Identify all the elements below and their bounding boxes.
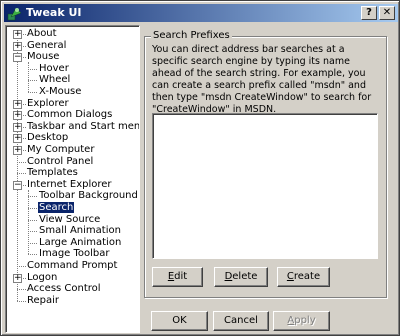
expand-icon[interactable]: + — [13, 99, 22, 109]
tree-item[interactable]: Wheel — [38, 74, 71, 86]
tree-connector — [28, 92, 37, 93]
tree-item[interactable]: View Source — [38, 214, 101, 226]
tree-item-label: Mouse — [27, 51, 60, 63]
tree-item[interactable]: Logon — [26, 272, 58, 284]
tree-item-label: Desktop — [27, 132, 69, 144]
tree-item[interactable]: Mouse — [26, 51, 60, 63]
tree-item-label: Explorer — [27, 97, 69, 109]
tree-item[interactable]: Search — [38, 202, 75, 214]
tree-item[interactable]: Repair — [26, 295, 60, 307]
tree-connector — [17, 300, 26, 302]
tweakui-app-icon — [7, 7, 22, 21]
tree-item-label: X-Mouse — [39, 86, 82, 97]
tree-connector — [28, 196, 37, 198]
tree-root-line — [17, 34, 18, 301]
tree-connector — [28, 254, 37, 256]
cancel-button[interactable]: Cancel — [213, 311, 269, 331]
tree-connector — [28, 68, 37, 70]
tree-item-label: My Computer — [27, 144, 95, 155]
search-prefixes-description: You can direct address bar searches at a… — [152, 44, 372, 115]
apply-button-label: pply — [294, 315, 316, 326]
tree-connector — [28, 219, 37, 221]
tree-item[interactable]: Templates — [26, 167, 79, 179]
tree-item[interactable]: Command Prompt — [26, 260, 118, 272]
tree-item[interactable]: Toolbar Background — [38, 190, 139, 202]
create-button[interactable]: Create — [277, 267, 330, 287]
tree-branch-line — [28, 62, 29, 92]
tree-item-label: View Source — [39, 213, 101, 225]
tree-connector — [28, 208, 37, 209]
tree-item[interactable]: Common Dialogs — [26, 109, 113, 121]
tree-item-label: Wheel — [39, 74, 71, 86]
expand-icon[interactable]: + — [13, 273, 22, 283]
tree-item-label: Large Animation — [39, 236, 122, 248]
tree-item[interactable]: My Computer — [26, 144, 95, 156]
search-prefix-list[interactable] — [152, 113, 378, 259]
tree-item-label: Image Toolbar — [39, 248, 110, 260]
tree-item-label: Templates — [27, 167, 78, 179]
expand-icon[interactable]: + — [13, 146, 22, 155]
tree-item-label: Internet Explorer — [27, 178, 112, 190]
collapse-icon[interactable]: − — [13, 53, 22, 63]
tree-connector — [17, 266, 26, 267]
tree-item-label: Command Prompt — [27, 260, 118, 271]
tree-item-label: Taskbar and Start menu — [27, 120, 140, 132]
tree-item-label: Search — [38, 202, 75, 213]
ok-button[interactable]: OK — [151, 311, 208, 331]
tree-item-label: About — [27, 28, 57, 39]
tree-connector — [17, 289, 26, 291]
tree-item[interactable]: About — [26, 28, 58, 40]
tree-item[interactable]: Desktop — [26, 132, 69, 144]
tree-branch-line — [28, 189, 29, 255]
help-button[interactable]: ? — [361, 6, 377, 20]
window-title: Tweak UI — [26, 6, 82, 19]
tweakui-window: Tweak UI ? ✕ + About + General − Mouse Hover Wh… — [0, 0, 400, 336]
tree-item-label: General — [27, 39, 67, 51]
tree-connector — [17, 161, 26, 163]
collapse-icon[interactable]: − — [13, 180, 22, 190]
expand-icon[interactable]: + — [13, 41, 22, 51]
tree-item[interactable]: Access Control — [26, 283, 102, 295]
delete-button-label: elete — [232, 271, 258, 282]
tree-item-label: Repair — [27, 294, 60, 306]
category-tree[interactable]: + About + General − Mouse Hover Wheel X-Mouse + Ex… — [5, 25, 140, 333]
tree-connector — [17, 173, 26, 175]
close-button[interactable]: ✕ — [379, 6, 395, 20]
tree-item[interactable]: General — [26, 40, 67, 52]
tree-item[interactable]: Hover — [38, 63, 70, 75]
expand-icon[interactable]: + — [13, 111, 22, 121]
edit-button[interactable]: Edit — [152, 267, 203, 287]
tree-item[interactable]: Taskbar and Start menu — [26, 120, 140, 133]
group-title: Search Prefixes — [151, 30, 232, 42]
tree-item[interactable]: Image Toolbar — [38, 248, 111, 260]
tree-item-label: Common Dialogs — [27, 109, 113, 121]
tree-item-label: Toolbar Background — [39, 190, 138, 202]
tree-item[interactable]: X-Mouse — [38, 86, 82, 98]
tree-connector — [28, 231, 37, 233]
edit-button-label: dit — [174, 271, 188, 282]
expand-icon[interactable]: + — [13, 30, 22, 39]
tree-item[interactable]: Internet Explorer — [26, 179, 113, 191]
expand-icon[interactable]: + — [13, 134, 22, 144]
tree-item-label: Control Panel — [27, 155, 94, 167]
tree-item-label: Logon — [27, 271, 58, 283]
expand-icon[interactable]: + — [13, 122, 22, 132]
tree-item-label: Hover — [39, 62, 69, 74]
title-bar[interactable]: Tweak UI ? ✕ — [4, 4, 398, 22]
create-button-label: reate — [293, 271, 321, 282]
tree-item-label: Access Control — [27, 283, 101, 295]
tree-connector — [28, 80, 37, 82]
tree-item[interactable]: Explorer — [26, 98, 70, 110]
apply-button[interactable]: Apply — [273, 311, 330, 331]
tree-item[interactable]: Large Animation — [38, 237, 122, 249]
tree-item[interactable]: Small Animation — [38, 225, 122, 237]
tree-item[interactable]: Control Panel — [26, 156, 94, 168]
create-button-mnemonic: C — [286, 271, 294, 282]
delete-button[interactable]: Delete — [214, 267, 268, 287]
tree-item-label: Small Animation — [39, 225, 121, 237]
tree-connector — [28, 242, 37, 244]
